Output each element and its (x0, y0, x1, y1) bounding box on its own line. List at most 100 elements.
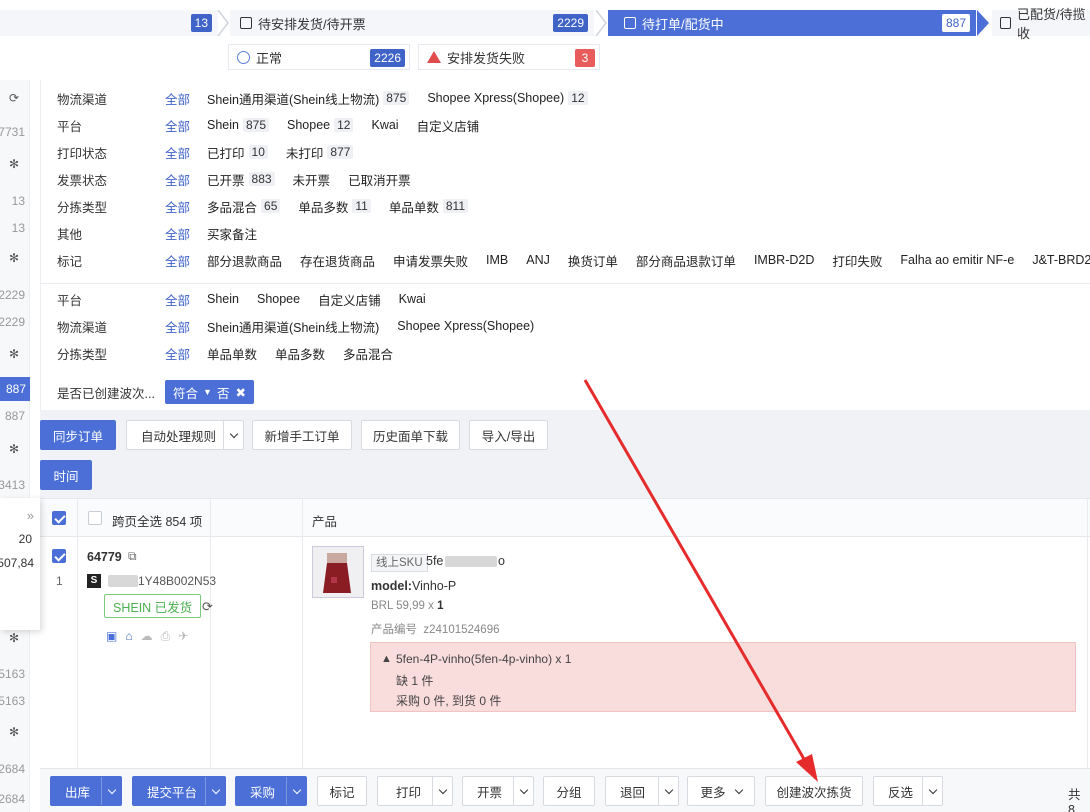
refresh-icon[interactable]: ⟳ (202, 599, 213, 615)
gutter-count-active[interactable]: 887 (0, 377, 30, 401)
gear-icon[interactable]: ✻ (8, 252, 20, 264)
filter-option[interactable]: Shopee 12 (287, 118, 354, 132)
filter-all[interactable]: 全部 (165, 344, 191, 363)
filter-option[interactable]: Shein通用渠道(Shein线上物流) (207, 317, 379, 336)
filter-option[interactable]: 换货订单 (568, 251, 618, 270)
step-first[interactable]: 13 (0, 10, 218, 36)
step-picked[interactable]: 已配货/待揽收 (992, 7, 1090, 41)
copy-icon[interactable]: ⧉ (128, 549, 137, 564)
substep-failed[interactable]: 安排发货失败 3 (418, 44, 600, 70)
gear-icon[interactable]: ✻ (8, 158, 20, 170)
filter-option[interactable]: 多品混合 (343, 344, 393, 363)
refresh-icon[interactable]: ⟳ (8, 92, 20, 104)
double-chevron-icon[interactable]: » (27, 508, 34, 523)
select-page-checkbox[interactable] (52, 511, 66, 525)
group-button[interactable]: 分组 (543, 776, 595, 806)
filter-option[interactable]: 打印失败 (832, 251, 882, 270)
close-icon[interactable]: ✖ (235, 385, 245, 400)
chevron-down-icon[interactable] (432, 777, 452, 805)
filter-option[interactable]: J&T-BRD2D (1032, 253, 1090, 267)
product-image[interactable] (312, 546, 364, 598)
filter-option[interactable]: 单品单数 (207, 344, 257, 363)
substep-normal[interactable]: 正常 2226 (228, 44, 410, 70)
more-button[interactable]: 更多 (687, 776, 755, 806)
filter-option[interactable]: Shopee Xpress(Shopee) (397, 319, 534, 333)
step-pending-ship[interactable]: 待安排发货/待开票 2229 (230, 10, 594, 36)
chevron-down-icon[interactable] (922, 777, 942, 805)
airplane-icon[interactable]: ✈ (178, 629, 188, 644)
filter-all[interactable]: 全部 (165, 116, 191, 135)
filter-option[interactable]: IMB (486, 253, 508, 267)
mark-button[interactable]: 标记 (317, 776, 367, 806)
invoice-button[interactable]: 开票 (462, 776, 534, 806)
filter-all[interactable]: 全部 (165, 251, 191, 270)
auto-rule-button[interactable]: 自动处理规则 (126, 420, 244, 450)
select-all-pages-checkbox[interactable] (88, 511, 102, 525)
step-pending-print[interactable]: 待打单/配货中 887 (608, 10, 976, 36)
chevron-down-icon[interactable] (658, 777, 678, 805)
print-button[interactable]: 打印 (377, 776, 453, 806)
gift-icon[interactable]: ⌂ (125, 629, 132, 644)
filter-option[interactable]: 买家备注 (207, 224, 257, 243)
order-id[interactable]: 64779 (87, 550, 122, 564)
filter-option[interactable]: ANJ (526, 253, 550, 267)
filter-option[interactable]: 自定义店铺 (417, 116, 480, 135)
filter-option[interactable]: 部分退款商品 (207, 251, 282, 270)
filter-option[interactable]: 已打印 10 (207, 143, 268, 162)
tracking-number[interactable]: 1Y48B002N53 (138, 574, 216, 588)
wave-filter-chip[interactable]: 符合 ▼ 否 ✖ (165, 380, 254, 404)
submit-platform-button[interactable]: 提交平台 (132, 776, 226, 806)
gear-icon[interactable]: ✻ (8, 726, 20, 738)
money-icon[interactable]: ▣ (106, 629, 117, 644)
cloud-icon[interactable]: ☁ (141, 629, 153, 644)
filter-option[interactable]: 申请发票失败 (393, 251, 468, 270)
chevron-down-icon[interactable] (223, 421, 243, 449)
create-wave-picking-button[interactable]: 创建波次拣货 (765, 776, 863, 806)
chevron-down-icon[interactable] (513, 777, 533, 805)
filter-option[interactable]: 存在退货商品 (300, 251, 375, 270)
chevron-down-icon[interactable] (101, 777, 121, 805)
filter-option[interactable]: 未打印 877 (286, 143, 354, 162)
gear-icon[interactable]: ✻ (8, 348, 20, 360)
filter-option[interactable]: 单品多数 (275, 344, 325, 363)
filter-option[interactable]: 未开票 (293, 170, 331, 189)
row-checkbox[interactable] (52, 549, 66, 563)
filter-option[interactable]: 多品混合 65 (207, 197, 281, 216)
filter-option[interactable]: Shein通用渠道(Shein线上物流) 875 (207, 89, 410, 108)
import-export-button[interactable]: 导入/导出 (469, 420, 548, 450)
filter-option[interactable]: 已开票 883 (207, 170, 275, 189)
filter-option[interactable]: IMBR-D2D (754, 253, 814, 267)
filter-all[interactable]: 全部 (165, 143, 191, 162)
filter-option[interactable]: 单品多数 11 (298, 197, 371, 216)
filter-all[interactable]: 全部 (165, 290, 191, 309)
filter-option[interactable]: Falha ao emitir NF-e (900, 253, 1014, 267)
filter-all[interactable]: 全部 (165, 170, 191, 189)
purchase-button[interactable]: 采购 (235, 776, 307, 806)
filter-option[interactable]: Shein (207, 292, 239, 306)
new-manual-order-button[interactable]: 新增手工订单 (252, 420, 352, 450)
filter-option[interactable]: Shopee (257, 292, 300, 306)
sync-orders-button[interactable]: 同步订单 (40, 420, 116, 450)
filter-all[interactable]: 全部 (165, 197, 191, 216)
filter-option[interactable]: 部分商品退款订单 (636, 251, 736, 270)
history-download-button[interactable]: 历史面单下载 (361, 420, 460, 450)
return-button[interactable]: 退回 (605, 776, 679, 806)
filter-option[interactable]: 自定义店铺 (318, 290, 381, 309)
filter-option[interactable]: 已取消开票 (348, 170, 411, 189)
invert-selection-button[interactable]: 反选 (873, 776, 943, 806)
filter-option[interactable]: Shein 875 (207, 118, 270, 132)
outbound-button[interactable]: 出库 (50, 776, 122, 806)
printer-icon[interactable]: ⎙ (161, 629, 171, 644)
filter-option[interactable]: Kwai (371, 118, 398, 132)
gear-icon[interactable]: ✻ (8, 632, 20, 644)
chevron-down-icon[interactable] (286, 777, 306, 805)
filter-option[interactable]: 单品单数 811 (389, 197, 469, 216)
gear-icon[interactable]: ✻ (8, 443, 20, 455)
filter-option[interactable]: Kwai (399, 292, 426, 306)
filter-all[interactable]: 全部 (165, 89, 191, 108)
time-button[interactable]: 时间 (40, 460, 92, 490)
filter-option[interactable]: Shopee Xpress(Shopee) 12 (427, 91, 588, 105)
filter-all[interactable]: 全部 (165, 224, 191, 243)
chevron-down-icon[interactable] (205, 777, 225, 805)
filter-all[interactable]: 全部 (165, 317, 191, 336)
